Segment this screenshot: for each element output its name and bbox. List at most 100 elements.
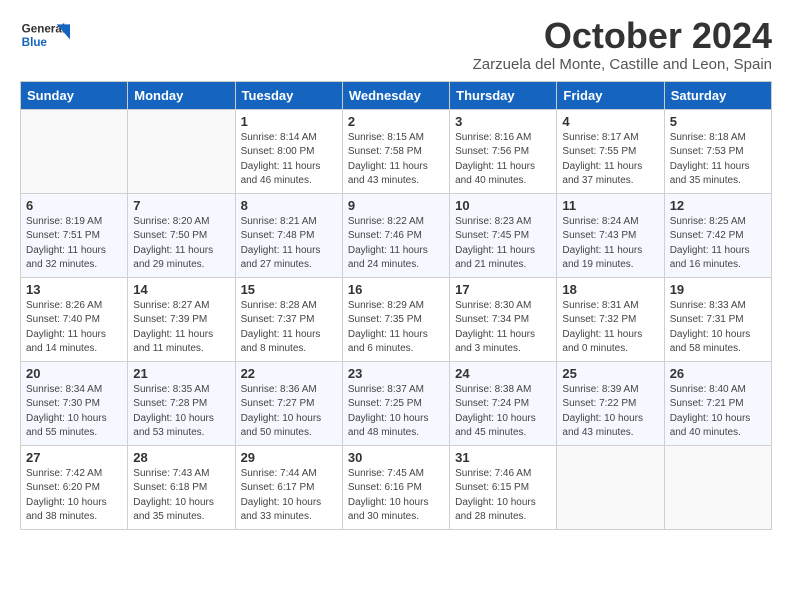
table-row: 10Sunrise: 8:23 AMSunset: 7:45 PMDayligh… xyxy=(450,193,557,277)
table-row xyxy=(664,445,771,529)
day-number: 27 xyxy=(26,450,122,465)
weekday-header-thursday: Thursday xyxy=(450,81,557,109)
weekday-header-row: SundayMondayTuesdayWednesdayThursdayFrid… xyxy=(21,81,772,109)
day-info: Sunrise: 8:20 AMSunset: 7:50 PMDaylight:… xyxy=(133,215,229,273)
day-number: 4 xyxy=(562,114,658,129)
day-info: Sunrise: 8:26 AMSunset: 7:40 PMDaylight:… xyxy=(26,299,122,357)
day-info: Sunrise: 8:18 AMSunset: 7:53 PMDaylight:… xyxy=(670,131,766,189)
table-row: 16Sunrise: 8:29 AMSunset: 7:35 PMDayligh… xyxy=(342,277,449,361)
weekday-header-wednesday: Wednesday xyxy=(342,81,449,109)
table-row: 18 Sunrise: 8:31 AMSunset: 7:32 PMDayligh… xyxy=(557,277,664,361)
svg-text:Blue: Blue xyxy=(22,36,48,49)
day-number: 12 xyxy=(670,198,766,213)
day-info: Sunrise: 8:30 AMSunset: 7:34 PMDaylight:… xyxy=(455,299,551,357)
table-row: 7 Sunrise: 8:20 AMSunset: 7:50 PMDaylight… xyxy=(128,193,235,277)
table-row: 17Sunrise: 8:30 AMSunset: 7:34 PMDayligh… xyxy=(450,277,557,361)
day-info: Sunrise: 8:19 AMSunset: 7:51 PMDaylight:… xyxy=(26,215,122,273)
table-row: 13Sunrise: 8:26 AMSunset: 7:40 PMDayligh… xyxy=(21,277,128,361)
table-row: 2 Sunrise: 8:15 AMSunset: 7:58 PMDaylight… xyxy=(342,109,449,193)
day-info: Sunrise: 8:15 AMSunset: 7:58 PMDaylight:… xyxy=(348,131,444,189)
day-info: Sunrise: 8:31 AMSunset: 7:32 PMDaylight:… xyxy=(562,299,658,357)
day-info: Sunrise: 8:29 AMSunset: 7:35 PMDaylight:… xyxy=(348,299,444,357)
table-row: 26 Sunrise: 8:40 AMSunset: 7:21 PMDayligh… xyxy=(664,361,771,445)
table-row: 20Sunrise: 8:34 AMSunset: 7:30 PMDayligh… xyxy=(21,361,128,445)
day-number: 14 xyxy=(133,282,229,297)
week-row-4: 27 Sunrise: 7:42 AMSunset: 6:20 PMDayligh… xyxy=(21,445,772,529)
calendar-wrapper: SundayMondayTuesdayWednesdayThursdayFrid… xyxy=(0,81,792,546)
table-row: 24 Sunrise: 8:38 AMSunset: 7:24 PMDayligh… xyxy=(450,361,557,445)
day-info: Sunrise: 8:27 AMSunset: 7:39 PMDaylight:… xyxy=(133,299,229,357)
weekday-header-monday: Monday xyxy=(128,81,235,109)
table-row xyxy=(128,109,235,193)
day-info: Sunrise: 8:38 AMSunset: 7:24 PMDaylight:… xyxy=(455,383,551,441)
week-row-0: 1 Sunrise: 8:14 AMSunset: 8:00 PMDaylight… xyxy=(21,109,772,193)
table-row: 21 Sunrise: 8:35 AMSunset: 7:28 PMDayligh… xyxy=(128,361,235,445)
day-number: 18 xyxy=(562,282,658,297)
day-number: 21 xyxy=(133,366,229,381)
day-info: Sunrise: 8:25 AMSunset: 7:42 PMDaylight:… xyxy=(670,215,766,273)
table-row: 30Sunrise: 7:45 AMSunset: 6:16 PMDayligh… xyxy=(342,445,449,529)
month-title: October 2024 xyxy=(473,16,772,56)
day-info: Sunrise: 8:34 AMSunset: 7:30 PMDaylight:… xyxy=(26,383,122,441)
logo: General Blue xyxy=(20,16,70,56)
table-row xyxy=(21,109,128,193)
weekday-header-tuesday: Tuesday xyxy=(235,81,342,109)
day-number: 6 xyxy=(26,198,122,213)
table-row: 1 Sunrise: 8:14 AMSunset: 8:00 PMDaylight… xyxy=(235,109,342,193)
table-row: 8 Sunrise: 8:21 AMSunset: 7:48 PMDaylight… xyxy=(235,193,342,277)
day-number: 19 xyxy=(670,282,766,297)
table-row: 27 Sunrise: 7:42 AMSunset: 6:20 PMDayligh… xyxy=(21,445,128,529)
day-number: 11 xyxy=(562,198,658,213)
day-info: Sunrise: 8:37 AMSunset: 7:25 PMDaylight:… xyxy=(348,383,444,441)
table-row: 28Sunrise: 7:43 AMSunset: 6:18 PMDayligh… xyxy=(128,445,235,529)
table-row: 9Sunrise: 8:22 AMSunset: 7:46 PMDaylight… xyxy=(342,193,449,277)
week-row-2: 13Sunrise: 8:26 AMSunset: 7:40 PMDayligh… xyxy=(21,277,772,361)
calendar-body: 1 Sunrise: 8:14 AMSunset: 8:00 PMDaylight… xyxy=(21,109,772,529)
day-number: 30 xyxy=(348,450,444,465)
day-info: Sunrise: 7:44 AMSunset: 6:17 PMDaylight:… xyxy=(241,467,337,525)
weekday-header-sunday: Sunday xyxy=(21,81,128,109)
day-number: 31 xyxy=(455,450,551,465)
table-row: 19 Sunrise: 8:33 AMSunset: 7:31 PMDayligh… xyxy=(664,277,771,361)
day-info: Sunrise: 7:42 AMSunset: 6:20 PMDaylight:… xyxy=(26,467,122,525)
day-number: 15 xyxy=(241,282,337,297)
calendar-table: SundayMondayTuesdayWednesdayThursdayFrid… xyxy=(20,81,772,530)
table-row: 3Sunrise: 8:16 AMSunset: 7:56 PMDaylight… xyxy=(450,109,557,193)
day-info: Sunrise: 8:16 AMSunset: 7:56 PMDaylight:… xyxy=(455,131,551,189)
day-info: Sunrise: 8:40 AMSunset: 7:21 PMDaylight:… xyxy=(670,383,766,441)
day-number: 29 xyxy=(241,450,337,465)
logo-icon: General Blue xyxy=(20,16,70,56)
table-row: 31 Sunrise: 7:46 AMSunset: 6:15 PMDayligh… xyxy=(450,445,557,529)
day-number: 24 xyxy=(455,366,551,381)
table-row: 11 Sunrise: 8:24 AMSunset: 7:43 PMDayligh… xyxy=(557,193,664,277)
day-info: Sunrise: 8:14 AMSunset: 8:00 PMDaylight:… xyxy=(241,131,337,189)
day-number: 2 xyxy=(348,114,444,129)
day-number: 8 xyxy=(241,198,337,213)
title-section: October 2024 Zarzuela del Monte, Castill… xyxy=(473,16,772,73)
day-info: Sunrise: 8:17 AMSunset: 7:55 PMDaylight:… xyxy=(562,131,658,189)
day-info: Sunrise: 7:46 AMSunset: 6:15 PMDaylight:… xyxy=(455,467,551,525)
day-info: Sunrise: 8:22 AMSunset: 7:46 PMDaylight:… xyxy=(348,215,444,273)
day-number: 1 xyxy=(241,114,337,129)
table-row: 12 Sunrise: 8:25 AMSunset: 7:42 PMDayligh… xyxy=(664,193,771,277)
table-row: 25Sunrise: 8:39 AMSunset: 7:22 PMDayligh… xyxy=(557,361,664,445)
day-info: Sunrise: 8:35 AMSunset: 7:28 PMDaylight:… xyxy=(133,383,229,441)
location-subtitle: Zarzuela del Monte, Castille and Leon, S… xyxy=(473,56,772,73)
weekday-header-friday: Friday xyxy=(557,81,664,109)
weekday-header-saturday: Saturday xyxy=(664,81,771,109)
table-row: 23 Sunrise: 8:37 AMSunset: 7:25 PMDayligh… xyxy=(342,361,449,445)
day-info: Sunrise: 8:24 AMSunset: 7:43 PMDaylight:… xyxy=(562,215,658,273)
day-info: Sunrise: 8:33 AMSunset: 7:31 PMDaylight:… xyxy=(670,299,766,357)
day-number: 5 xyxy=(670,114,766,129)
day-number: 7 xyxy=(133,198,229,213)
table-row: 6 Sunrise: 8:19 AMSunset: 7:51 PMDaylight… xyxy=(21,193,128,277)
table-row: 5 Sunrise: 8:18 AMSunset: 7:53 PMDaylight… xyxy=(664,109,771,193)
table-row: 29 Sunrise: 7:44 AMSunset: 6:17 PMDayligh… xyxy=(235,445,342,529)
day-number: 23 xyxy=(348,366,444,381)
table-row: 15Sunrise: 8:28 AMSunset: 7:37 PMDayligh… xyxy=(235,277,342,361)
day-info: Sunrise: 8:21 AMSunset: 7:48 PMDaylight:… xyxy=(241,215,337,273)
page-header: General Blue October 2024 Zarzuela del M… xyxy=(0,0,792,81)
day-number: 26 xyxy=(670,366,766,381)
week-row-3: 20Sunrise: 8:34 AMSunset: 7:30 PMDayligh… xyxy=(21,361,772,445)
day-info: Sunrise: 8:39 AMSunset: 7:22 PMDaylight:… xyxy=(562,383,658,441)
